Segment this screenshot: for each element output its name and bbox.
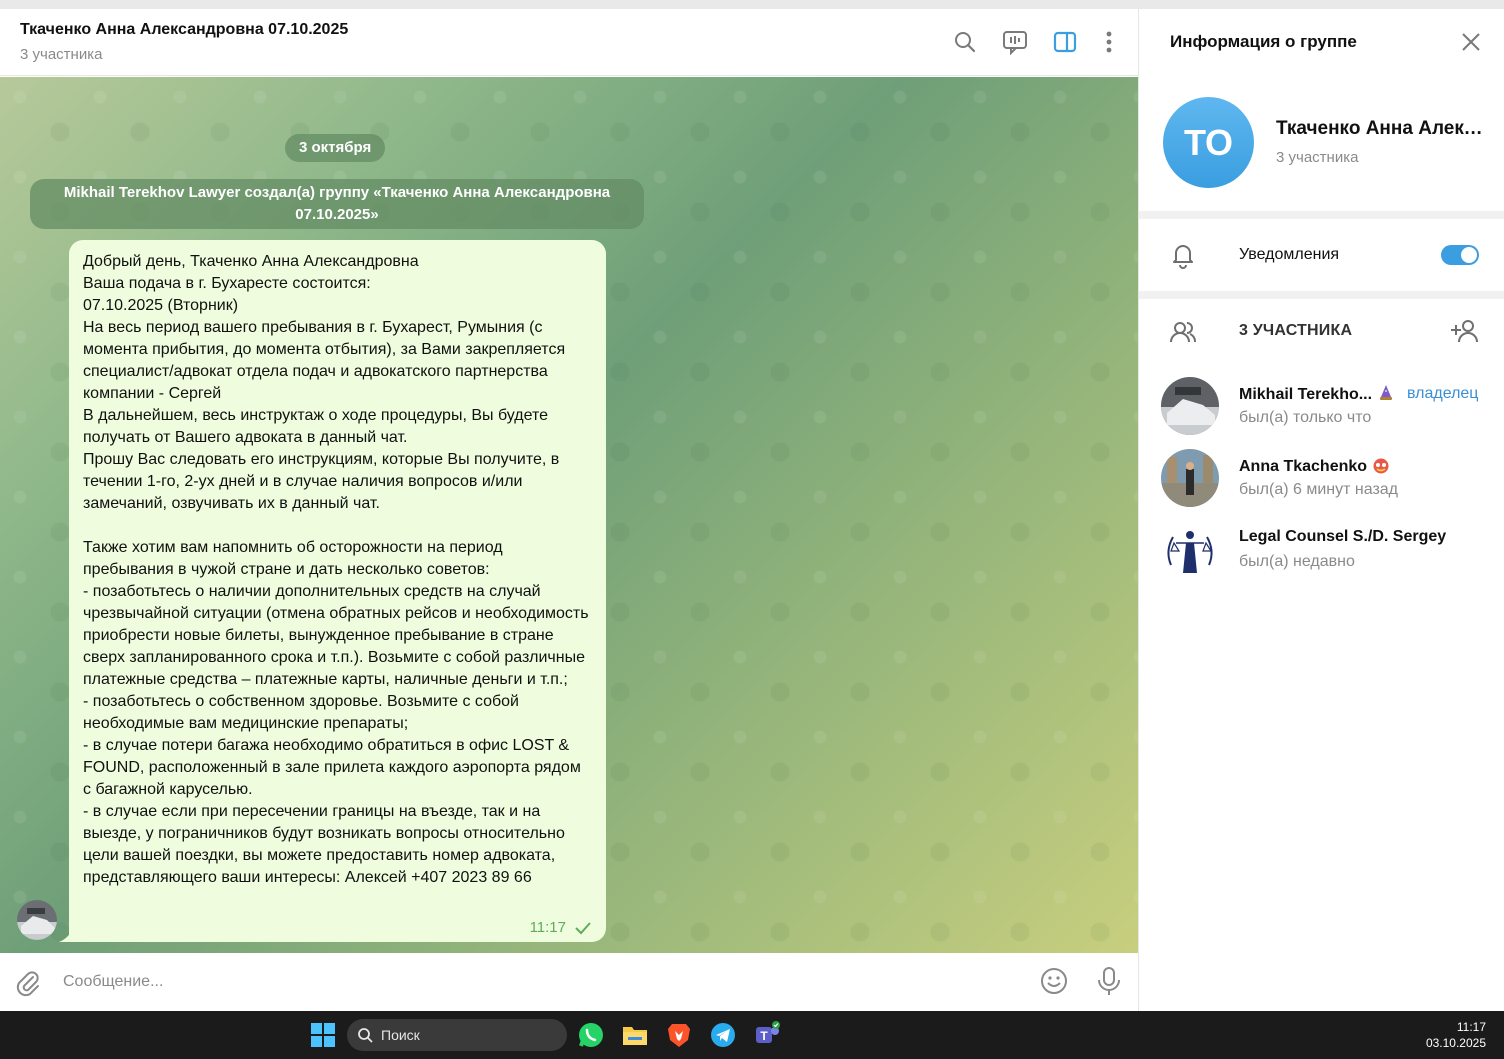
teams-icon[interactable]: T bbox=[752, 1020, 782, 1050]
notifications-toggle[interactable] bbox=[1441, 245, 1479, 265]
member-item[interactable]: Legal Counsel S./D. Sergey был(а) недавн… bbox=[1139, 521, 1504, 587]
bell-icon bbox=[1169, 241, 1197, 269]
divider bbox=[1139, 291, 1504, 299]
telegram-icon[interactable] bbox=[708, 1020, 738, 1050]
panel-title: Информация о группе bbox=[1170, 32, 1357, 51]
members-icon bbox=[1169, 318, 1197, 346]
member-name: Mikhail Terekho... bbox=[1239, 384, 1395, 404]
member-item[interactable]: Mikhail Terekho... владелец был(а) тольк… bbox=[1139, 377, 1504, 443]
clock-date: 03.10.2025 bbox=[1425, 1036, 1486, 1050]
date-separator: 3 октября bbox=[285, 134, 386, 162]
member-avatar bbox=[1161, 449, 1219, 507]
check-icon bbox=[575, 921, 591, 934]
chat-history[interactable]: 3 октября Mikhail Terekhov Lawyer создал… bbox=[0, 77, 1138, 953]
attach-icon[interactable] bbox=[14, 969, 42, 997]
chat-header[interactable]: Ткаченко Анна Александровна 07.10.2025 3… bbox=[0, 9, 1138, 76]
group-member-count: 3 участника bbox=[1276, 149, 1359, 166]
member-avatar bbox=[1161, 377, 1219, 435]
taskbar: Поиск T 11:17 03.10.2025 bbox=[0, 1011, 1504, 1059]
member-name-text: Anna Tkachenko bbox=[1239, 458, 1368, 475]
member-avatar bbox=[1161, 521, 1219, 579]
sender-avatar[interactable] bbox=[17, 900, 57, 940]
search-label: Поиск bbox=[381, 1027, 420, 1043]
more-options-icon[interactable] bbox=[1096, 29, 1122, 55]
add-member-icon[interactable] bbox=[1449, 317, 1479, 345]
message-time: 11:17 bbox=[529, 919, 566, 936]
service-message: Mikhail Terekhov Lawyer создал(а) группу… bbox=[30, 179, 644, 229]
whatsapp-icon[interactable] bbox=[576, 1020, 606, 1050]
search-icon[interactable] bbox=[952, 29, 978, 55]
wizard-emoji-icon bbox=[1380, 385, 1393, 400]
member-name: Legal Counsel S./D. Sergey bbox=[1239, 528, 1447, 545]
clock-time: 11:17 bbox=[1456, 1020, 1486, 1034]
brave-icon[interactable] bbox=[664, 1020, 694, 1050]
member-status: был(а) только что bbox=[1239, 409, 1372, 426]
taskbar-search[interactable]: Поиск bbox=[347, 1019, 567, 1051]
message-bubble[interactable]: Добрый день, Ткаченко Анна Александровна… bbox=[69, 240, 606, 942]
toggle-knob bbox=[1461, 247, 1477, 263]
member-name-text: Mikhail Terekho... bbox=[1239, 386, 1373, 403]
message-meta: 11:17 bbox=[530, 919, 592, 936]
owner-badge: владелец bbox=[1407, 385, 1479, 402]
group-avatar[interactable]: ТО bbox=[1163, 97, 1254, 188]
sidebar-toggle-icon[interactable] bbox=[1052, 29, 1078, 55]
microphone-icon[interactable] bbox=[1096, 966, 1122, 996]
divider bbox=[1139, 211, 1504, 219]
video-chat-icon[interactable] bbox=[1002, 29, 1028, 55]
message-text: Добрый день, Ткаченко Анна Александровна… bbox=[83, 253, 589, 886]
member-name: Anna Tkachenko bbox=[1239, 456, 1390, 476]
windows-start-icon[interactable] bbox=[311, 1023, 335, 1047]
search-icon bbox=[358, 1028, 373, 1043]
member-item[interactable]: Anna Tkachenko был(а) 6 минут назад bbox=[1139, 449, 1504, 515]
notifications-label: Уведомления bbox=[1239, 246, 1340, 263]
members-header: 3 УЧАСТНИКА bbox=[1239, 322, 1353, 339]
chat-subtitle[interactable]: 3 участника bbox=[20, 46, 102, 63]
message-composer bbox=[0, 953, 1138, 1011]
svg-text:T: T bbox=[760, 1029, 768, 1043]
emoji-icon[interactable] bbox=[1040, 967, 1068, 995]
member-status: был(а) недавно bbox=[1239, 553, 1355, 570]
message-input[interactable] bbox=[63, 970, 1003, 994]
taskbar-clock[interactable]: 11:17 03.10.2025 bbox=[1426, 1019, 1486, 1051]
close-icon[interactable] bbox=[1459, 30, 1483, 54]
member-status: был(а) 6 минут назад bbox=[1239, 481, 1399, 498]
face-emoji-icon bbox=[1373, 458, 1389, 474]
group-info-panel: Информация о группе ТО Ткаченко Анна Але… bbox=[1138, 9, 1504, 1011]
window-top-strip bbox=[0, 0, 1504, 9]
chat-title[interactable]: Ткаченко Анна Александровна 07.10.2025 bbox=[20, 21, 348, 39]
file-explorer-icon[interactable] bbox=[620, 1020, 650, 1050]
group-name: Ткаченко Анна Александровна 07.10.2025 bbox=[1276, 118, 1486, 139]
